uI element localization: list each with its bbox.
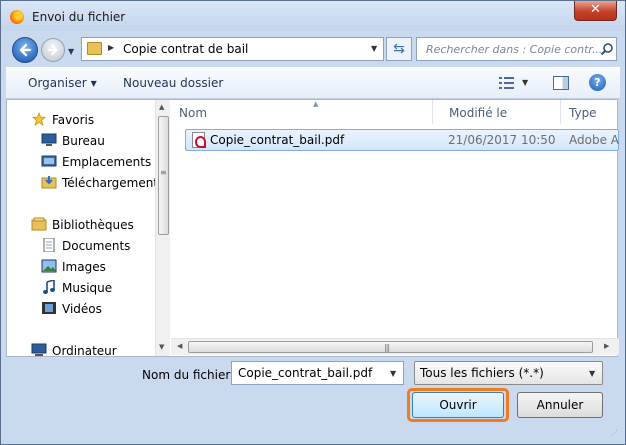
title-bar: Envoi du fichier ✕ xyxy=(1,1,625,31)
sidebar-item-label: Images xyxy=(62,260,106,274)
filename-value[interactable]: Copie_contrat_bail.pdf xyxy=(238,366,372,380)
navigation-pane[interactable]: Favoris Bureau Emplacements ré Télécharg… xyxy=(7,100,155,356)
sidebar-item-label: Téléchargements xyxy=(62,176,155,190)
grip-icon: ≡ xyxy=(160,168,167,177)
libraries-icon xyxy=(31,217,47,231)
downloads-icon xyxy=(41,176,57,189)
address-current-folder[interactable]: Copie contrat de bail xyxy=(123,42,248,56)
resize-grip-icon[interactable]: ⋰ xyxy=(611,430,618,437)
cancel-button[interactable]: Annuler xyxy=(517,392,603,418)
search-placeholder[interactable]: Rechercher dans : Copie contr... xyxy=(426,43,602,56)
star-icon xyxy=(31,112,47,126)
address-dropdown-button[interactable]: ▼ xyxy=(371,44,377,53)
close-button[interactable]: ✕ xyxy=(574,1,617,21)
scroll-right-arrow[interactable]: ▶ xyxy=(604,342,609,350)
navigation-bar: ▼ ▶ Copie contrat de bail ▼ ⇆ Rechercher… xyxy=(1,31,625,65)
desktop-icon xyxy=(41,133,57,146)
scrollbar-thumb[interactable]: ||| xyxy=(188,341,593,353)
images-icon xyxy=(41,259,57,273)
sidebar-item-label: Bibliothèques xyxy=(52,218,134,232)
documents-icon xyxy=(43,238,55,252)
sidebar-item-label: Vidéos xyxy=(62,302,102,316)
scrollbar-thumb[interactable]: ≡ xyxy=(158,116,169,235)
arrow-right-icon xyxy=(47,44,58,56)
chevron-down-icon: ▼ xyxy=(589,369,596,378)
address-bar[interactable]: ▶ Copie contrat de bail ▼ xyxy=(81,37,384,61)
search-box[interactable]: Rechercher dans : Copie contr... xyxy=(416,37,617,61)
browser-body: Favoris Bureau Emplacements ré Télécharg… xyxy=(6,99,619,357)
window-title: Envoi du fichier xyxy=(32,10,126,24)
file-modified: 21/06/2017 10:50 xyxy=(448,133,556,147)
back-button[interactable] xyxy=(12,37,38,63)
firefox-icon xyxy=(10,10,24,24)
file-type: Adobe Ac xyxy=(569,133,619,147)
organize-label: Organiser xyxy=(28,76,87,90)
sidebar-item-label: Documents xyxy=(62,239,131,253)
file-list[interactable]: Nom ▲ Modifié le Type Copie_contrat_bail… xyxy=(171,100,619,338)
sidebar-item-videos[interactable]: Vidéos xyxy=(7,299,155,319)
new-folder-button[interactable]: Nouveau dossier xyxy=(123,76,223,90)
sidebar-item-label: Bureau xyxy=(62,134,105,148)
refresh-icon: ⇆ xyxy=(393,41,405,57)
scroll-down-arrow[interactable]: ▼ xyxy=(159,343,164,351)
command-toolbar: Organiser ▼ Nouveau dossier ▼ ? xyxy=(6,67,620,99)
column-header-name[interactable]: Nom ▲ xyxy=(171,100,433,124)
column-header-type[interactable]: Type xyxy=(561,100,619,124)
forward-button[interactable] xyxy=(41,38,65,62)
sidebar-item-images[interactable]: Images xyxy=(7,257,155,277)
pdf-file-icon xyxy=(192,132,206,148)
views-dropdown-button[interactable]: ▼ xyxy=(522,78,528,87)
sidebar-item-label: Favoris xyxy=(52,113,95,127)
folder-icon xyxy=(87,42,102,55)
scroll-left-arrow[interactable]: ◀ xyxy=(177,342,182,350)
file-upload-dialog: Envoi du fichier ✕ ▼ ▶ Copie contrat de … xyxy=(0,0,626,445)
help-icon[interactable]: ? xyxy=(589,74,606,91)
table-row[interactable]: Copie_contrat_bail.pdf 21/06/2017 10:50 … xyxy=(185,129,619,151)
sidebar-item-downloads[interactable]: Téléchargements xyxy=(7,173,155,193)
sidebar-item-musique[interactable]: Musique xyxy=(7,278,155,298)
sidebar-item-label: Ordinateur xyxy=(52,344,117,356)
filename-field[interactable]: Copie_contrat_bail.pdf ▼ xyxy=(231,361,404,385)
file-name: Copie_contrat_bail.pdf xyxy=(210,133,345,147)
open-button[interactable]: Ouvrir xyxy=(412,392,504,418)
arrow-left-icon xyxy=(19,43,32,57)
scroll-up-arrow[interactable]: ▲ xyxy=(159,103,164,111)
computer-icon xyxy=(31,343,47,356)
organize-button[interactable]: Organiser ▼ xyxy=(28,76,97,90)
file-list-horizontal-scrollbar[interactable]: ◀ ||| ▶ xyxy=(171,338,619,355)
views-icon[interactable] xyxy=(499,76,515,90)
sidebar-item-documents[interactable]: Documents xyxy=(7,236,155,256)
grip-icon: ||| xyxy=(384,343,390,352)
sort-up-icon: ▲ xyxy=(313,100,319,108)
sidebar-item-bibliotheques[interactable]: Bibliothèques xyxy=(7,215,155,235)
navigation-pane-scrollbar[interactable]: ▲ ≡ ▼ xyxy=(155,100,170,356)
file-type-filter[interactable]: Tous les fichiers (*.*) ▼ xyxy=(414,361,603,385)
sidebar-item-label: Emplacements ré xyxy=(62,155,155,169)
refresh-button[interactable]: ⇆ xyxy=(386,37,412,61)
chevron-right-icon[interactable]: ▶ xyxy=(108,43,114,52)
search-icon[interactable] xyxy=(600,42,614,56)
recent-places-icon xyxy=(41,155,57,167)
videos-icon xyxy=(42,302,56,314)
file-type-filter-value: Tous les fichiers (*.*) xyxy=(420,366,544,380)
filename-label: Nom du fichier : xyxy=(142,368,239,382)
chevron-down-icon[interactable]: ▼ xyxy=(390,369,396,378)
column-label: Nom xyxy=(179,106,208,120)
chevron-down-icon: ▼ xyxy=(90,79,97,88)
music-icon xyxy=(43,280,55,294)
sidebar-item-bureau[interactable]: Bureau xyxy=(7,131,155,151)
column-header-modified[interactable]: Modifié le xyxy=(441,100,561,124)
recent-pages-dropdown[interactable]: ▼ xyxy=(68,47,74,56)
preview-pane-icon[interactable] xyxy=(553,76,569,90)
sidebar-item-label: Musique xyxy=(62,281,113,295)
sidebar-item-recent-places[interactable]: Emplacements ré xyxy=(7,152,155,172)
sidebar-item-ordinateur[interactable]: Ordinateur xyxy=(7,341,155,356)
sidebar-item-favoris[interactable]: Favoris xyxy=(7,110,155,130)
